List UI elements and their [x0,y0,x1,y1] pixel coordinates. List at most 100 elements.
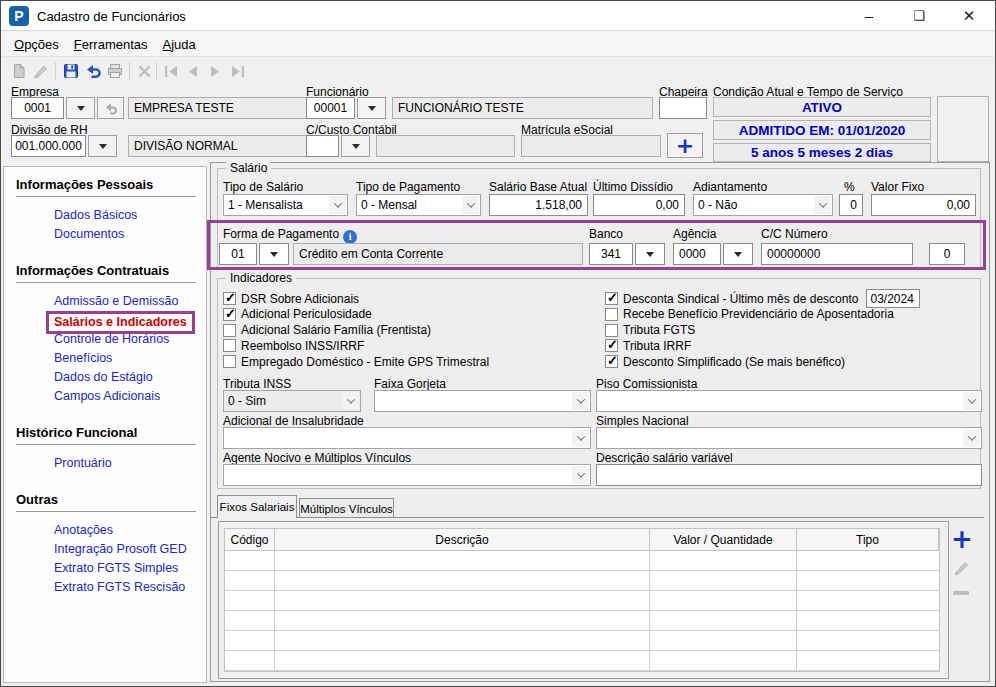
tipo-pagamento-combobox[interactable]: 0 - Mensal [356,194,481,216]
nav-prev-button[interactable] [183,60,203,82]
adicional-insalubridade-combobox[interactable] [223,427,591,449]
valor-fixo-input[interactable]: 0,00 [871,194,976,216]
menu-bar: Opções Ferramentas Ajuda [1,32,995,57]
checkbox-desconto-simplificado-se-mais-[interactable] [605,355,618,368]
sidebar-section-2: Histórico Funcional [16,425,206,440]
sidebar-item-dados-do-est-gio[interactable]: Dados do Estágio [54,368,206,387]
sidebar-item-benef-cios[interactable]: Benefícios [54,349,206,368]
tab-multiplos-vinculos[interactable]: Múltiplos Vínculos [299,498,394,518]
chevron-down-icon [329,196,346,214]
funcionario-dropdown-button[interactable] [357,97,386,119]
new-record-button[interactable] [9,60,29,82]
column-header-c-digo[interactable]: Código [225,529,275,550]
table-row [225,571,939,591]
percentual-input[interactable]: 0 [839,194,863,216]
tipo-salario-combobox[interactable]: 1 - Mensalista [223,194,348,216]
sidebar-item-admiss-o-e-demiss-o[interactable]: Admissão e Demissão [54,292,206,311]
checkbox-reembolso-inss-irrf[interactable] [223,339,236,352]
column-header-tipo[interactable]: Tipo [797,529,939,550]
print-button[interactable] [105,60,125,82]
sidebar-item-anota-es[interactable]: Anotações [54,521,206,540]
ultimo-mes-desconto-input[interactable]: 03/2024 [866,289,920,308]
sidebar-item-sal-rios-e-indicadores[interactable]: Salários e Indicadores [54,311,206,330]
menu-item-opes[interactable]: Opções [14,37,59,52]
sidebar-item-campos-adicionais[interactable]: Campos Adicionais [54,387,206,406]
agente-nocivo-combobox[interactable] [223,464,591,486]
adiantamento-combobox[interactable]: 0 - Não [693,194,833,216]
table-add-button[interactable]: + [951,529,973,552]
checkbox-label: Adicional Salário Família (Frentista) [241,323,431,337]
checkbox-desconta-sindical-ltimo-m-s-de[interactable] [605,292,618,305]
checkbox-empregado-dom-stico-emite-gps-[interactable] [223,355,236,368]
ccusto-dropdown-button[interactable] [341,135,370,157]
delete-button[interactable] [134,60,154,82]
ultimo-dissidio-input[interactable]: 0,00 [593,194,685,216]
title-bar: P Cadastro de Funcionários – ❑ ✕ [1,1,995,31]
checkbox-tributa-irrf[interactable] [605,339,618,352]
table-cell [797,611,939,630]
table-cell [797,651,939,670]
plus-icon: + [951,524,973,554]
sidebar-item-dados-b-sicos[interactable]: Dados Básicos [54,206,206,225]
table-cell [797,571,939,590]
table-cell [650,611,797,630]
sidebar-item-label: Documentos [54,225,124,244]
simples-nacional-combobox[interactable] [596,427,982,449]
empresa-code-input[interactable]: 0001 [11,97,64,119]
empresa-name-field: EMPRESA TESTE [128,97,307,119]
maximize-button[interactable]: ❑ [899,1,939,30]
table-remove-button[interactable] [953,591,969,595]
sidebar-item-extrato-fgts-rescis-o[interactable]: Extrato FGTS Rescisão [54,578,206,597]
nav-last-button[interactable] [227,60,247,82]
sidebar-item-prontu-rio[interactable]: Prontuário [54,454,206,473]
divisao-rh-dropdown-button[interactable] [88,135,117,157]
valor-fixo-label: Valor Fixo [871,180,924,194]
funcionario-code-input[interactable]: 00001 [306,97,355,119]
descricao-salario-variavel-label: Descrição salário variável [596,451,733,465]
table-row [225,651,939,671]
ccusto-code-input[interactable] [306,135,339,157]
divisao-rh-code-input[interactable]: 001.000.000 [11,135,86,157]
minimize-button[interactable]: – [849,1,889,30]
sidebar-item-label: Benefícios [54,349,112,368]
chevron-down-icon [963,392,980,410]
menu-item-ajuda[interactable]: Ajuda [163,37,196,52]
column-header-descri-o[interactable]: Descrição [275,529,650,550]
edit-record-button[interactable] [31,60,51,82]
nav-next-button[interactable] [205,60,225,82]
sidebar-item-documentos[interactable]: Documentos [54,225,206,244]
save-button[interactable] [61,60,81,82]
faixa-gorjeta-combobox[interactable] [374,390,591,412]
column-header-valor-quantidade[interactable]: Valor / Quantidade [650,529,797,550]
sidebar-section-3: Outras [16,492,206,507]
undo-button[interactable] [83,60,103,82]
salario-base-input[interactable]: 1.518,00 [489,194,588,216]
menu-item-ferramentas[interactable]: Ferramentas [74,37,148,52]
checkbox-dsr-sobre-adicionais[interactable] [223,292,236,305]
tab-fixos-salariais[interactable]: Fixos Salariais [217,495,297,518]
table-cell [275,591,650,610]
table-edit-button[interactable] [953,559,970,576]
piso-comissionista-combobox[interactable] [596,390,982,412]
status-field: ATIVO [713,97,931,117]
empresa-undo-button[interactable] [97,97,124,119]
checkbox-row: Tributa FGTS [605,323,695,338]
table-cell [797,591,939,610]
close-button[interactable]: ✕ [949,1,989,30]
adicional-insalubridade-label: Adicional de Insalubridade [223,414,364,428]
sidebar-item-extrato-fgts-simples[interactable]: Extrato FGTS Simples [54,559,206,578]
checkbox-tributa-fgts[interactable] [605,324,618,337]
checkbox-adicional-sal-rio-fam-lia-fren[interactable] [223,324,236,337]
tipo-salario-label: Tipo de Salário [223,180,303,194]
checkbox-recebe-benef-cio-previdenci-ri[interactable] [605,308,618,321]
sidebar-item-integra-o-prosoft-ged[interactable]: Integração Prosoft GED [54,540,206,559]
descricao-salario-variavel-input[interactable] [596,464,982,486]
nav-first-button[interactable] [161,60,181,82]
checkbox-row: Reembolso INSS/IRRF [223,338,364,353]
chapeira-input[interactable] [659,97,707,119]
tributa-inss-combobox[interactable]: 0 - Sim [223,390,361,412]
empresa-dropdown-button[interactable] [66,97,95,119]
table-row [225,611,939,631]
matricula-add-button[interactable]: + [667,133,703,158]
checkbox-adicional-periculosidade[interactable] [223,308,236,321]
